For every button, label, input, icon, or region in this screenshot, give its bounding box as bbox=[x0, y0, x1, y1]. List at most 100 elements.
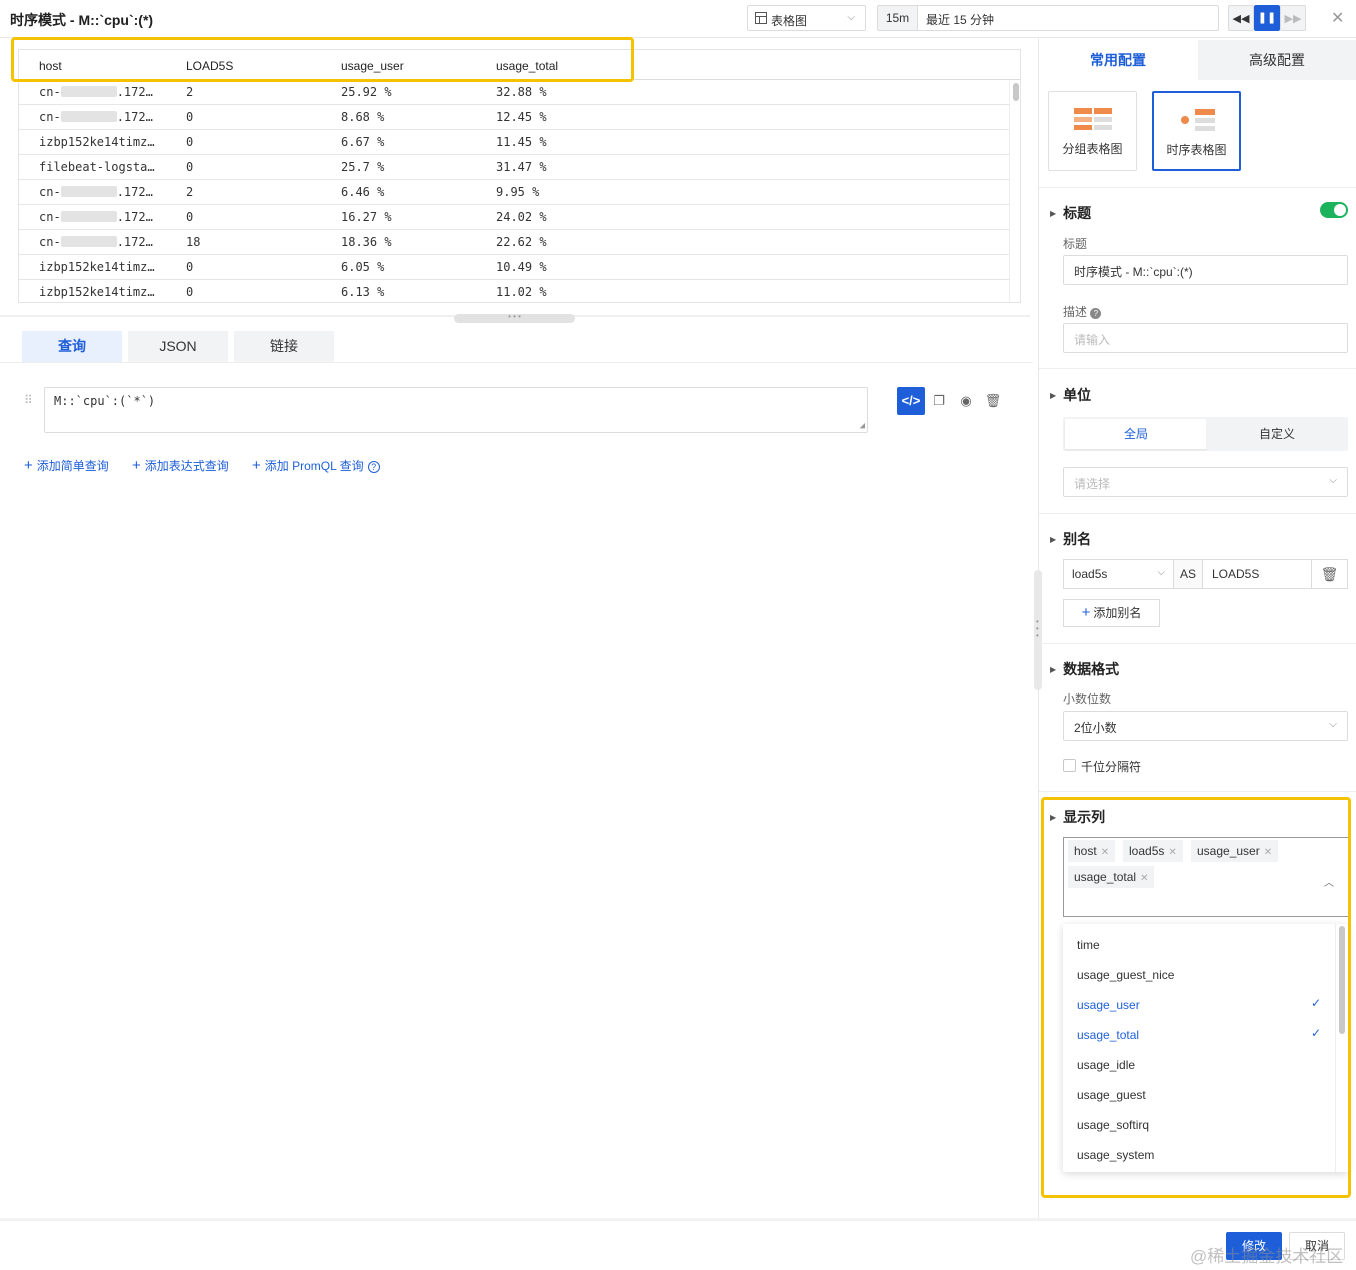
trash-icon[interactable]: 🗑 bbox=[979, 387, 1007, 415]
dropdown-option[interactable]: usage_guest bbox=[1063, 1077, 1335, 1107]
column-tag[interactable]: usage_total ✕ bbox=[1068, 866, 1155, 888]
scrollbar-thumb[interactable] bbox=[1013, 83, 1019, 101]
alias-field-select[interactable]: load5s ⌵ bbox=[1063, 559, 1174, 589]
columns-multiselect[interactable]: host ✕ load5s ✕ usage_user ✕ usage_total ✕ ︿ bbox=[1063, 837, 1348, 917]
help-icon[interactable]: ? bbox=[1090, 308, 1102, 319]
caret-right-icon: ▶ bbox=[1050, 813, 1057, 822]
table-row[interactable]: cn- .172… 2 6.46 % 9.95 % bbox=[19, 180, 1009, 205]
cell-usage-total: 10.49 % bbox=[496, 260, 547, 274]
cell-usage-total: 22.62 % bbox=[496, 235, 547, 249]
copy-icon[interactable]: ❐ bbox=[925, 387, 953, 415]
column-header-usage-total[interactable]: usage_total bbox=[496, 59, 558, 73]
decimal-places-select[interactable]: 2位小数 ⌵ bbox=[1063, 711, 1348, 741]
drag-handle-icon[interactable]: ⠿ bbox=[24, 393, 33, 407]
dropdown-option[interactable]: usage_softirq bbox=[1063, 1107, 1335, 1137]
table-row[interactable]: cn- .172… 2 25.92 % 32.88 % bbox=[19, 80, 1009, 105]
chevron-up-icon[interactable]: ︿ bbox=[1324, 874, 1334, 889]
title-switch[interactable] bbox=[1320, 202, 1348, 218]
section-divider bbox=[1039, 513, 1356, 514]
table-row[interactable]: izbp152ke14timz… 0 6.05 % 10.49 % bbox=[19, 255, 1009, 280]
table-row[interactable]: cn- .172… 0 16.27 % 24.02 % bbox=[19, 205, 1009, 230]
table-row[interactable]: cn- .172… 0 8.68 % 12.45 % bbox=[19, 105, 1009, 130]
forward-button[interactable]: ▶▶ bbox=[1280, 5, 1306, 31]
description-label: 描述 ? bbox=[1063, 303, 1102, 320]
close-icon[interactable]: ✕ bbox=[1331, 8, 1344, 28]
table-scrollbar[interactable] bbox=[1009, 80, 1020, 302]
section-alias-toggle[interactable]: ▶ 别名 bbox=[1050, 529, 1091, 549]
table-row[interactable]: izbp152ke14timz… 0 6.67 % 11.45 % bbox=[19, 130, 1009, 155]
tab-divider bbox=[0, 362, 1033, 363]
tab-json[interactable]: JSON bbox=[128, 331, 228, 362]
dropdown-option[interactable]: usage_guest_nice bbox=[1063, 957, 1335, 987]
time-range-picker[interactable]: 15m 最近 15 分钟 bbox=[877, 5, 1219, 31]
unit-global-option[interactable]: 全局 bbox=[1065, 419, 1207, 449]
column-tag[interactable]: usage_user ✕ bbox=[1191, 840, 1279, 862]
caret-right-icon: ▶ bbox=[1050, 665, 1057, 674]
dropdown-option[interactable]: usage_system bbox=[1063, 1137, 1335, 1167]
query-editor[interactable]: M::`cpu`:(`*`) ◢ bbox=[44, 387, 868, 433]
dropdown-option[interactable]: usage_total ✓ bbox=[1063, 1017, 1335, 1047]
dropdown-option[interactable]: usage_idle bbox=[1063, 1047, 1335, 1077]
table-row[interactable]: filebeat-logsta… 0 25.7 % 31.47 % bbox=[19, 155, 1009, 180]
cell-load5s: 0 bbox=[186, 110, 194, 124]
unit-custom-option[interactable]: 自定义 bbox=[1206, 419, 1348, 449]
section-unit-toggle[interactable]: ▶ 单位 bbox=[1050, 385, 1091, 405]
tab-query[interactable]: 查询 bbox=[22, 331, 122, 362]
title-field-label: 标题 bbox=[1063, 237, 1088, 251]
tab-common-config[interactable]: 常用配置 bbox=[1039, 40, 1197, 80]
unit-select[interactable]: 请选择 ⌵ bbox=[1063, 467, 1348, 497]
add-alias-button[interactable]: + 添加别名 bbox=[1063, 599, 1160, 627]
resize-grip-icon[interactable]: ◢ bbox=[860, 421, 865, 431]
chart-type-timeseries-table[interactable]: 时序表格图 bbox=[1152, 91, 1241, 171]
redacted-mask bbox=[60, 111, 117, 122]
section-format-toggle[interactable]: ▶ 数据格式 bbox=[1050, 659, 1119, 679]
column-header-host[interactable]: host bbox=[39, 59, 62, 73]
column-header-load5s[interactable]: LOAD5S bbox=[186, 59, 233, 73]
close-icon[interactable]: ✕ bbox=[1101, 847, 1109, 858]
rewind-button[interactable]: ◀◀ bbox=[1228, 5, 1254, 31]
view-type-select[interactable]: 表格图 ⌵ bbox=[747, 5, 866, 31]
alias-value-input[interactable]: LOAD5S bbox=[1202, 559, 1312, 589]
view-type-label: 表格图 bbox=[771, 14, 808, 28]
column-header-usage-user[interactable]: usage_user bbox=[341, 59, 404, 73]
chart-type-group-table[interactable]: 分组表格图 bbox=[1048, 91, 1137, 171]
time-range-label: 最近 15 分钟 bbox=[926, 13, 995, 27]
dropdown-option[interactable]: usage_user ✓ bbox=[1063, 987, 1335, 1017]
section-columns-toggle[interactable]: ▶ 显示列 bbox=[1050, 807, 1105, 827]
tab-advanced-config[interactable]: 高级配置 bbox=[1198, 40, 1356, 80]
cell-usage-user: 6.46 % bbox=[341, 185, 385, 199]
tab-link[interactable]: 链接 bbox=[234, 331, 334, 362]
check-icon: ✓ bbox=[1310, 996, 1321, 1010]
scrollbar-thumb[interactable] bbox=[1339, 926, 1345, 1034]
section-title-toggle[interactable]: ▶ 标题 bbox=[1050, 203, 1091, 223]
close-icon[interactable]: ✕ bbox=[1140, 873, 1148, 884]
eye-icon[interactable]: ◉ bbox=[952, 387, 980, 415]
panel-resize-grip[interactable]: • • • bbox=[1034, 570, 1042, 690]
query-text[interactable]: M::`cpu`:(`*`) bbox=[54, 394, 155, 408]
thousands-separator-checkbox[interactable] bbox=[1063, 759, 1076, 772]
description-input[interactable]: 请输入 bbox=[1063, 323, 1348, 353]
add-promql-query-link[interactable]: + 添加 PromQL 查询? bbox=[252, 457, 380, 474]
trash-icon[interactable]: 🗑 bbox=[1312, 559, 1348, 589]
table-preview: host LOAD5S usage_user usage_total cn- .1… bbox=[18, 49, 1021, 303]
caret-right-icon: ▶ bbox=[1050, 391, 1057, 400]
table-row[interactable]: cn- .172… 18 18.36 % 22.62 % bbox=[19, 230, 1009, 255]
column-tag[interactable]: host ✕ bbox=[1068, 840, 1116, 862]
title-input[interactable]: 时序模式 - M::`cpu`:(*) bbox=[1063, 255, 1348, 285]
section-divider bbox=[1039, 791, 1356, 792]
code-mode-button[interactable]: </> bbox=[897, 387, 925, 415]
cell-host: cn- .172… bbox=[39, 235, 153, 249]
pause-button[interactable]: ❚❚ bbox=[1254, 5, 1280, 31]
redacted-mask bbox=[60, 186, 117, 197]
close-icon[interactable]: ✕ bbox=[1168, 847, 1176, 858]
dropdown-option[interactable]: time bbox=[1063, 927, 1335, 957]
add-expression-query-link[interactable]: + 添加表达式查询 bbox=[132, 457, 229, 474]
close-icon[interactable]: ✕ bbox=[1264, 847, 1272, 858]
cell-usage-total: 11.02 % bbox=[496, 285, 547, 299]
help-icon[interactable]: ? bbox=[367, 461, 380, 473]
dropdown-scrollbar[interactable] bbox=[1335, 924, 1348, 1172]
table-row[interactable]: izbp152ke14timz… 0 6.13 % 11.02 % bbox=[19, 280, 1009, 302]
column-tag[interactable]: load5s ✕ bbox=[1123, 840, 1183, 862]
resize-handle[interactable]: • • • bbox=[454, 313, 575, 323]
add-simple-query-link[interactable]: + 添加简单查询 bbox=[24, 457, 109, 474]
